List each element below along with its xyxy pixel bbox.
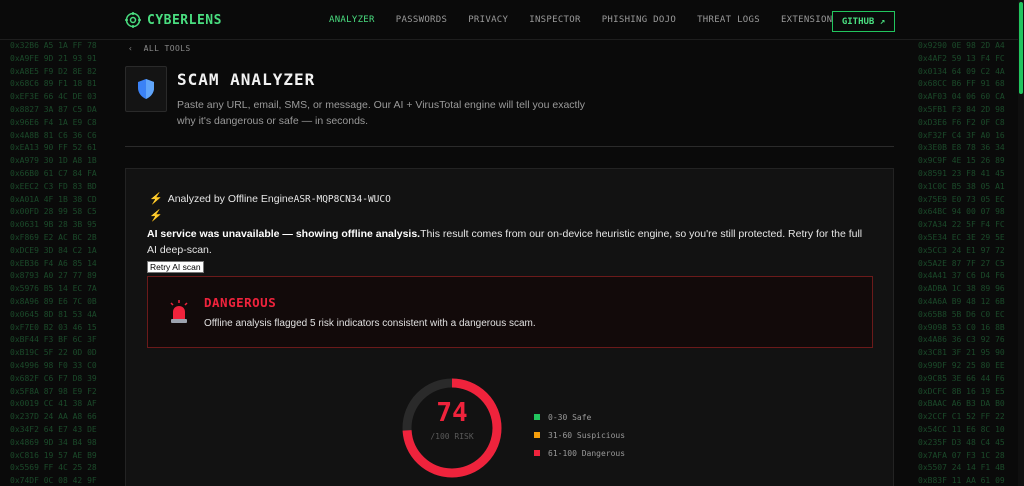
legend-item-safe: 0-30 Safe — [534, 408, 625, 426]
shield-icon — [138, 79, 154, 99]
github-button[interactable]: GITHUB ↗ — [832, 11, 895, 32]
analysis-id: ASR-MQP8CN34-WUCO — [293, 193, 391, 205]
verdict-box — [147, 276, 873, 348]
nav-link-threat-logs[interactable]: THREAT LOGS — [697, 15, 760, 25]
bolt-icon: ⚡ — [149, 210, 163, 222]
risk-legend: 0-30 Safe 31-60 Suspicious 61-100 Danger… — [534, 408, 625, 462]
chevron-left-icon: ‹ — [128, 44, 134, 53]
nav-link-inspector[interactable]: INSPECTOR — [529, 15, 580, 25]
nav-links: ANALYZER PASSWORDS PRIVACY INSPECTOR PHI… — [329, 15, 853, 25]
back-link-label: ALL TOOLS — [143, 44, 191, 53]
brand-name: CYBERLENS — [147, 12, 222, 28]
nav-link-extension[interactable]: EXTENSION — [781, 15, 832, 25]
back-link[interactable]: ‹ ALL TOOLS — [128, 44, 191, 53]
retry-ai-scan-button[interactable]: Retry AI scan — [147, 261, 204, 273]
nav-link-phishing-dojo[interactable]: PHISHING DOJO — [602, 15, 676, 25]
legend-label: 0-30 Safe — [548, 412, 592, 422]
brand-logo[interactable]: CYBERLENS — [125, 12, 222, 28]
analyzed-by-line: ⚡ Analyzed by Offline EngineASR-MQP8CN34… — [149, 192, 391, 206]
verdict-description: Offline analysis flagged 5 risk indicato… — [204, 318, 536, 329]
top-nav: CYBERLENS ANALYZER PASSWORDS PRIVACY INS… — [0, 0, 1024, 40]
legend-dot — [534, 450, 540, 456]
legend-label: 31-60 Suspicious — [548, 430, 626, 440]
crosshair-icon — [125, 12, 141, 28]
page-icon — [125, 66, 167, 112]
verdict-title: DANGEROUS — [204, 295, 277, 310]
nav-link-analyzer[interactable]: ANALYZER — [329, 15, 375, 25]
page-description: Paste any URL, email, SMS, or message. O… — [177, 99, 586, 127]
nav-link-privacy[interactable]: PRIVACY — [468, 15, 508, 25]
scrollbar-thumb[interactable] — [1019, 2, 1023, 94]
hex-column-right: 0x9290 0E 98 2D A4 0x4AF2 59 13 F4 FC 0x… — [918, 41, 1005, 486]
bolt-icon: ⚡ — [149, 193, 163, 205]
risk-score: 74 — [436, 398, 468, 428]
legend-item-suspicious: 31-60 Suspicious — [534, 426, 625, 444]
hex-column-left: 0x32B6 A5 1A FF 78 0xA9FE 9D 21 93 91 0x… — [10, 41, 97, 486]
offline-notice-bold: AI service was unavailable — showing off… — [147, 228, 421, 240]
offline-notice: AI service was unavailable — showing off… — [147, 226, 867, 258]
legend-label: 61-100 Dangerous — [548, 448, 626, 458]
nav-link-passwords[interactable]: PASSWORDS — [396, 15, 447, 25]
legend-item-dangerous: 61-100 Dangerous — [534, 444, 625, 462]
scrollbar[interactable] — [1018, 0, 1024, 486]
header-divider — [125, 146, 894, 147]
legend-dot — [534, 414, 540, 420]
siren-icon — [170, 300, 188, 323]
analyzed-by-label: Analyzed by Offline Engine — [167, 192, 294, 205]
page-title: SCAM ANALYZER — [177, 70, 316, 89]
risk-score-max: /100 RISK — [430, 432, 474, 441]
risk-gauge — [402, 378, 502, 478]
legend-dot — [534, 432, 540, 438]
